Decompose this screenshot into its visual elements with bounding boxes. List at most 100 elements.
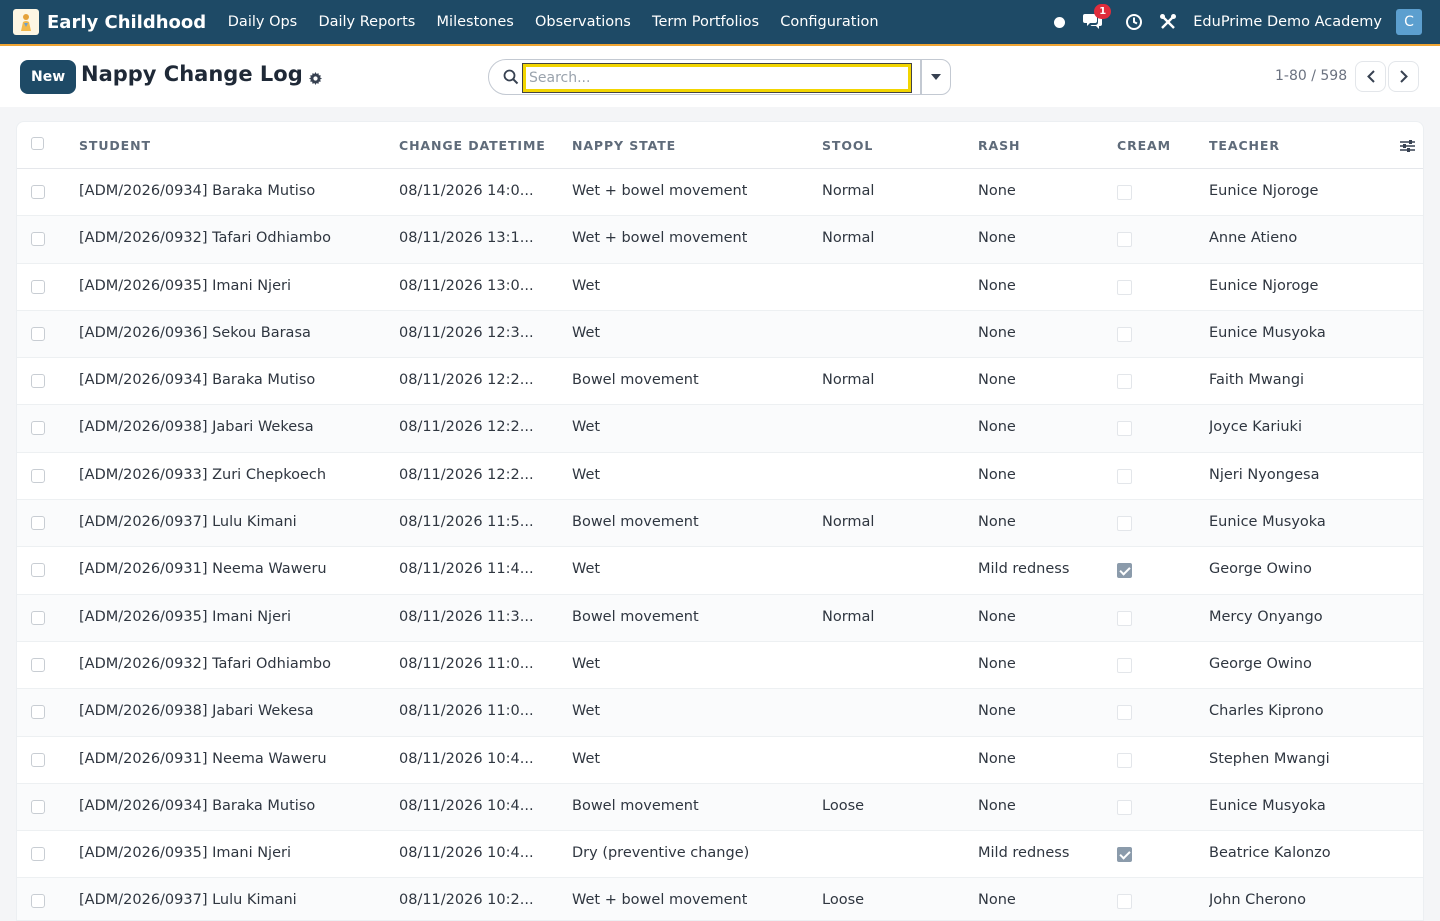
table-row[interactable]: [ADM/2026/0935] Imani Njeri 08/11/2026 10… xyxy=(17,831,1423,879)
row-select-checkbox[interactable] xyxy=(31,374,45,389)
row-select-checkbox[interactable] xyxy=(31,185,45,199)
cell-student: [ADM/2026/0932] Tafari Odhiambo xyxy=(79,230,331,247)
cell-teacher: Eunice Musyoka xyxy=(1209,514,1326,531)
row-select-checkbox[interactable] xyxy=(31,232,45,247)
cell-nappy-state: Wet + bowel movement xyxy=(572,892,748,909)
actions-gear-button[interactable] xyxy=(309,70,322,89)
table-row[interactable]: [ADM/2026/0938] Jabari Wekesa 08/11/2026 … xyxy=(17,689,1423,737)
row-select-checkbox[interactable] xyxy=(31,657,45,672)
menu-daily-ops[interactable]: Daily Ops xyxy=(217,14,308,30)
row-select-checkbox[interactable] xyxy=(31,752,45,767)
table-row[interactable]: [ADM/2026/0931] Neema Waweru 08/11/2026 1… xyxy=(17,737,1423,784)
cell-rash: None xyxy=(978,655,1016,672)
cell-change-datetime: 08/11/2026 11:0... xyxy=(399,655,534,672)
cream-checkbox xyxy=(1117,421,1132,437)
row-select-checkbox[interactable] xyxy=(31,421,45,436)
cell-stool: Normal xyxy=(822,230,875,247)
row-select-checkbox[interactable] xyxy=(31,894,45,909)
menu-observations[interactable]: Observations xyxy=(524,14,641,30)
cell-student: [ADM/2026/0935] Imani Njeri xyxy=(79,845,291,862)
company-switcher[interactable]: EduPrime Demo Academy xyxy=(1193,14,1382,30)
column-header-stool[interactable]: STOOL xyxy=(822,138,873,153)
cell-change-datetime: 08/11/2026 14:0... xyxy=(399,183,534,199)
cell-change-datetime: 08/11/2026 12:2... xyxy=(399,372,534,389)
cell-nappy-state: Wet xyxy=(572,324,601,341)
row-select-checkbox[interactable] xyxy=(31,516,45,531)
table-row[interactable]: [ADM/2026/0934] Baraka Mutiso 08/11/2026 … xyxy=(17,169,1423,217)
cell-nappy-state: Wet + bowel movement xyxy=(572,230,748,247)
cell-student: [ADM/2026/0934] Baraka Mutiso xyxy=(79,797,316,814)
cream-checkbox xyxy=(1117,232,1132,248)
new-button[interactable]: New xyxy=(20,60,77,94)
table-row[interactable]: [ADM/2026/0934] Baraka Mutiso 08/11/2026 … xyxy=(17,358,1423,406)
brand[interactable]: Early Childhood xyxy=(13,9,206,35)
row-select-checkbox[interactable] xyxy=(31,279,45,294)
table-row[interactable]: [ADM/2026/0931] Neema Waweru 08/11/2026 1… xyxy=(17,547,1423,595)
row-select-checkbox[interactable] xyxy=(31,563,45,578)
pager-next-button[interactable] xyxy=(1388,61,1419,92)
table-header: STUDENT CHANGE DATETIME NAPPY STATE STOO… xyxy=(17,122,1423,169)
row-select-checkbox[interactable] xyxy=(31,326,45,341)
menu-daily-reports[interactable]: Daily Reports xyxy=(308,14,426,30)
cell-change-datetime: 08/11/2026 13:0... xyxy=(399,277,534,294)
cell-nappy-state: Wet xyxy=(572,561,601,578)
column-header-change-datetime[interactable]: CHANGE DATETIME xyxy=(399,138,546,153)
cell-stool: Loose xyxy=(822,797,865,814)
cell-student: [ADM/2026/0933] Zuri Chepkoech xyxy=(79,466,327,483)
cell-change-datetime: 08/11/2026 11:5... xyxy=(399,514,534,531)
menu-term-portfolios[interactable]: Term Portfolios xyxy=(641,14,769,30)
cell-teacher: Njeri Nyongesa xyxy=(1209,466,1320,483)
row-select-checkbox[interactable] xyxy=(31,610,45,625)
cream-checkbox xyxy=(1117,705,1132,721)
table-row[interactable]: [ADM/2026/0935] Imani Njeri 08/11/2026 13… xyxy=(17,264,1423,311)
table-row[interactable]: [ADM/2026/0933] Zuri Chepkoech 08/11/2026… xyxy=(17,453,1423,501)
status-dot-icon[interactable] xyxy=(1054,16,1066,28)
table-body: [ADM/2026/0934] Baraka Mutiso 08/11/2026 … xyxy=(17,169,1423,920)
cell-rash: None xyxy=(978,277,1016,294)
cell-teacher: Joyce Kariuki xyxy=(1209,419,1302,436)
optional-columns-button[interactable] xyxy=(1400,138,1415,157)
menu-milestones[interactable]: Milestones xyxy=(426,14,524,30)
table-row[interactable]: [ADM/2026/0938] Jabari Wekesa 08/11/2026 … xyxy=(17,405,1423,453)
column-header-rash[interactable]: RASH xyxy=(978,138,1020,153)
activity-button[interactable] xyxy=(1125,13,1143,31)
column-header-teacher[interactable]: TEACHER xyxy=(1209,138,1280,153)
cell-change-datetime: 08/11/2026 10:4... xyxy=(399,845,534,862)
table-row[interactable]: [ADM/2026/0934] Baraka Mutiso 08/11/2026 … xyxy=(17,783,1423,832)
cell-nappy-state: Wet xyxy=(572,750,601,767)
cell-rash: None xyxy=(978,514,1016,531)
cell-rash: None xyxy=(978,183,1016,199)
pager-value[interactable]: 1-80 / 598 xyxy=(1275,68,1347,84)
table-row[interactable]: [ADM/2026/0935] Imani Njeri 08/11/2026 11… xyxy=(17,594,1423,642)
table-row[interactable]: [ADM/2026/0932] Tafari Odhiambo 08/11/202… xyxy=(17,216,1423,264)
search-input[interactable] xyxy=(522,63,912,93)
messages-button[interactable]: 1 xyxy=(1083,4,1112,32)
search-panel xyxy=(488,59,921,95)
row-select-checkbox[interactable] xyxy=(31,468,45,483)
menu-configuration[interactable]: Configuration xyxy=(770,14,890,30)
pager-previous-button[interactable] xyxy=(1355,61,1386,92)
cell-teacher: Eunice Njoroge xyxy=(1209,183,1319,199)
column-header-cream[interactable]: CREAM xyxy=(1117,138,1171,153)
column-header-student[interactable]: STUDENT xyxy=(79,138,151,153)
cell-teacher: Eunice Musyoka xyxy=(1209,797,1326,814)
cream-checkbox xyxy=(1117,752,1132,768)
user-avatar[interactable]: C xyxy=(1396,9,1422,35)
debug-tools-button[interactable] xyxy=(1159,13,1177,31)
cell-change-datetime: 08/11/2026 12:2... xyxy=(399,419,534,436)
cell-change-datetime: 08/11/2026 12:2... xyxy=(399,466,534,483)
table-row[interactable]: [ADM/2026/0932] Tafari Odhiambo 08/11/202… xyxy=(17,642,1423,690)
cell-teacher: Eunice Njoroge xyxy=(1209,277,1319,294)
table-row[interactable]: [ADM/2026/0937] Lulu Kimani 08/11/2026 11… xyxy=(17,500,1423,548)
cell-teacher: Beatrice Kalonzo xyxy=(1209,845,1331,862)
cream-checkbox xyxy=(1117,610,1132,626)
search-options-toggle[interactable] xyxy=(921,59,951,95)
row-select-checkbox[interactable] xyxy=(31,705,45,720)
row-select-checkbox[interactable] xyxy=(31,799,45,814)
table-row[interactable]: [ADM/2026/0936] Sekou Barasa 08/11/2026 1… xyxy=(17,310,1423,359)
caret-down-icon xyxy=(931,74,941,80)
row-select-checkbox[interactable] xyxy=(31,847,45,862)
column-header-nappy-state[interactable]: NAPPY STATE xyxy=(572,138,676,153)
select-all-checkbox[interactable] xyxy=(31,137,44,150)
cell-nappy-state: Dry (preventive change) xyxy=(572,845,750,862)
